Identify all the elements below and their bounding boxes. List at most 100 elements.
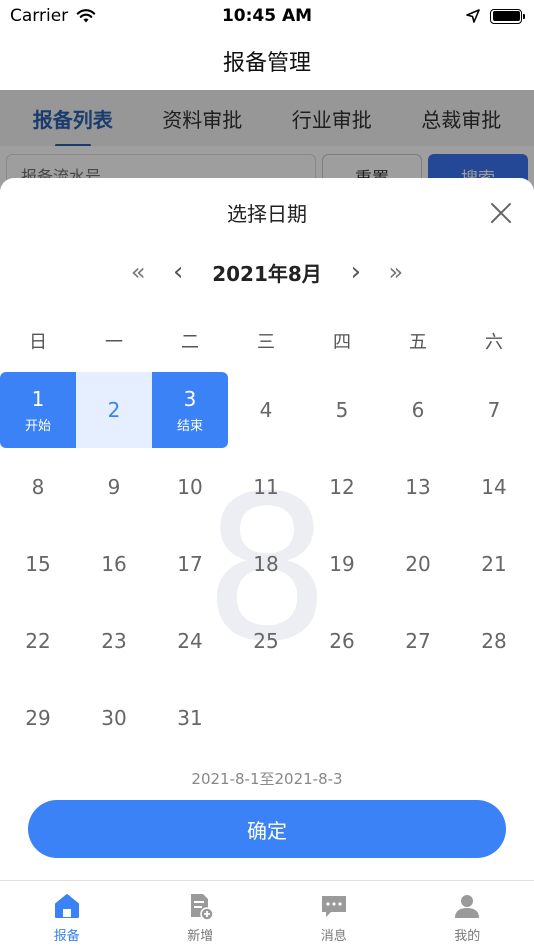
day-number: 25 — [253, 629, 279, 653]
calendar-day[interactable]: 25 — [228, 603, 304, 679]
calendar-day[interactable]: 26 — [304, 603, 380, 679]
bottom-tab-bar: 报备 新增 消息 我的 — [0, 880, 534, 950]
day-number: 9 — [107, 475, 121, 499]
tabbar-item-mine[interactable]: 我的 — [401, 881, 534, 950]
calendar-day[interactable]: 11 — [228, 449, 304, 525]
calendar-day[interactable]: 30 — [76, 680, 152, 756]
prev-month-button[interactable]: ‹ — [158, 257, 198, 287]
day-number: 11 — [253, 475, 279, 499]
weekday-label: 六 — [485, 332, 503, 353]
day-number: 18 — [253, 552, 279, 576]
day-number: 24 — [177, 629, 203, 653]
calendar-day[interactable]: 21 — [456, 526, 532, 602]
wifi-icon — [76, 9, 96, 23]
calendar-day[interactable]: 22 — [0, 603, 76, 679]
calendar-day[interactable]: 18 — [228, 526, 304, 602]
tabbar-item-message[interactable]: 消息 — [267, 881, 401, 950]
nav-bar: 报备管理 — [0, 32, 534, 90]
confirm-button[interactable]: 确定 — [28, 800, 506, 858]
calendar-day[interactable]: 3 结束 — [152, 372, 228, 448]
day-number: 1 — [31, 386, 45, 411]
weekday-label: 五 — [409, 332, 427, 353]
calendar-day[interactable]: 9 — [76, 449, 152, 525]
day-number: 12 — [329, 475, 355, 499]
tabbar-label: 新增 — [187, 929, 214, 944]
day-number: 19 — [329, 552, 355, 576]
day-number: 14 — [481, 475, 507, 499]
close-button[interactable] — [486, 198, 516, 228]
calendar-day[interactable]: 23 — [76, 603, 152, 679]
weekday-label: 四 — [333, 332, 351, 353]
range-end-label: 结束 — [176, 418, 203, 434]
calendar-day[interactable]: 16 — [76, 526, 152, 602]
day-number: 22 — [25, 629, 51, 653]
day-number: 16 — [101, 552, 127, 576]
day-number: 17 — [177, 552, 203, 576]
range-start-label: 开始 — [24, 418, 51, 434]
calendar-day[interactable]: 19 — [304, 526, 380, 602]
picker-title: 选择日期 — [227, 202, 307, 226]
status-bar: Carrier 10:45 AM — [0, 0, 534, 32]
tabbar-label: 消息 — [320, 929, 347, 944]
calendar-day[interactable]: 15 — [0, 526, 76, 602]
user-icon — [455, 895, 480, 918]
tabbar-item-add[interactable]: 新增 — [134, 881, 268, 950]
calendar-day[interactable]: 31 — [152, 680, 228, 756]
location-arrow-icon — [466, 9, 480, 23]
battery-icon — [490, 8, 525, 24]
next-month-button[interactable]: › — [336, 257, 376, 287]
calendar-day[interactable]: 24 — [152, 603, 228, 679]
month-label: 2021年8月 — [212, 261, 322, 286]
day-number: 4 — [259, 398, 273, 422]
tabbar-item-report[interactable]: 报备 — [0, 881, 134, 950]
calendar-day[interactable]: 5 — [304, 372, 380, 448]
day-number: 20 — [405, 552, 431, 576]
day-number: 13 — [405, 475, 431, 499]
day-number: 10 — [177, 475, 203, 499]
calendar-day[interactable]: 13 — [380, 449, 456, 525]
day-number: 2 — [107, 398, 121, 422]
day-number: 28 — [481, 629, 507, 653]
calendar-day[interactable]: 12 — [304, 449, 380, 525]
prev-year-button[interactable]: « — [118, 258, 158, 286]
message-icon — [321, 896, 346, 917]
day-number: 21 — [481, 552, 507, 576]
calendar-day[interactable]: 29 — [0, 680, 76, 756]
calendar-day[interactable]: 7 — [456, 372, 532, 448]
day-number: 5 — [335, 398, 349, 422]
calendar-day[interactable]: 2 — [76, 372, 152, 448]
day-number: 15 — [25, 552, 51, 576]
weekday-label: 一 — [105, 332, 123, 353]
document-add-icon — [191, 894, 214, 921]
calendar-day[interactable]: 10 — [152, 449, 228, 525]
calendar-day[interactable]: 4 — [228, 372, 304, 448]
page-title: 报备管理 — [222, 51, 311, 76]
carrier-label: Carrier — [10, 6, 69, 26]
day-number: 23 — [101, 629, 127, 653]
calendar-day[interactable]: 14 — [456, 449, 532, 525]
day-number: 7 — [487, 398, 501, 422]
close-icon — [491, 203, 511, 223]
calendar-day[interactable]: 27 — [380, 603, 456, 679]
selected-range-text: 2021-8-1至2021-8-3 — [191, 770, 343, 788]
day-number: 26 — [329, 629, 355, 653]
weekday-label: 日 — [29, 332, 47, 353]
calendar-day[interactable]: 1 开始 — [0, 372, 76, 448]
day-number: 27 — [405, 629, 431, 653]
calendar-day[interactable]: 17 — [152, 526, 228, 602]
weekday-label: 三 — [257, 332, 275, 353]
weekday-label: 二 — [181, 332, 199, 353]
month-navigator: « ‹ 2021年8月 › » — [0, 254, 534, 290]
tabbar-label: 我的 — [454, 929, 481, 944]
next-year-button[interactable]: » — [376, 258, 416, 286]
calendar-day[interactable]: 8 — [0, 449, 76, 525]
day-number: 3 — [183, 386, 197, 411]
day-number: 6 — [411, 398, 425, 422]
calendar-day[interactable]: 28 — [456, 603, 532, 679]
weekday-header: 日 一 二 三 四 五 六 — [0, 328, 534, 353]
calendar-day[interactable]: 6 — [380, 372, 456, 448]
day-number: 29 — [25, 706, 51, 730]
day-number: 30 — [101, 706, 127, 730]
tabbar-label: 报备 — [53, 929, 80, 944]
calendar-day[interactable]: 20 — [380, 526, 456, 602]
